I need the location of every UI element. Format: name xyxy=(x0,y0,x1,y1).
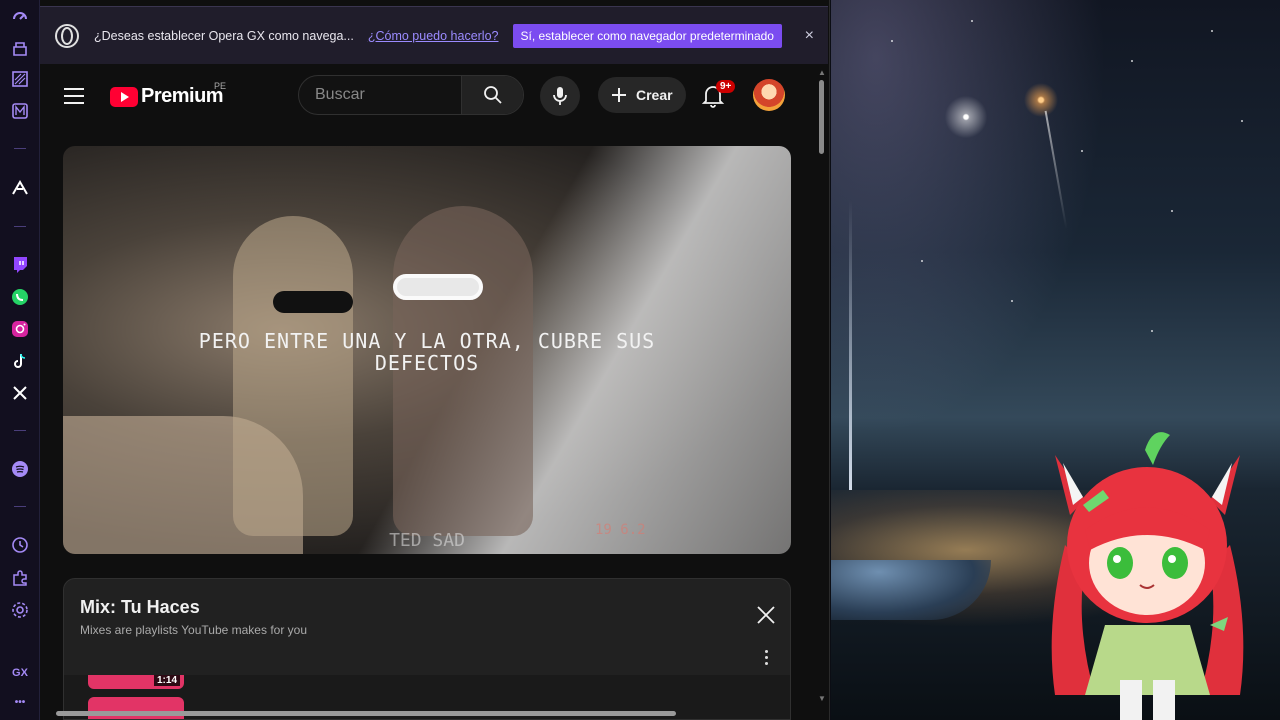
create-button[interactable]: Crear xyxy=(598,77,686,113)
search-box[interactable]: Buscar xyxy=(298,75,524,115)
gx-store-icon[interactable] xyxy=(10,38,30,58)
youtube-header: Premium PE Buscar Crear 9+ xyxy=(40,66,816,126)
star xyxy=(1011,300,1013,302)
account-avatar[interactable] xyxy=(753,79,785,111)
browser-panel: ¿Deseas establecer Opera GX como navega.… xyxy=(40,0,830,720)
star xyxy=(1211,30,1213,32)
video-subtitle: PERO ENTRE UNA Y LA OTRA, CUBRE SUS DEFE… xyxy=(63,330,791,374)
star xyxy=(971,20,973,22)
infobar-message: ¿Deseas establecer Opera GX como navega.… xyxy=(94,28,354,43)
more-options-icon[interactable] xyxy=(756,647,776,667)
gx-sidebar: GX ••• xyxy=(0,0,40,720)
subtitle-line-2: DEFECTOS xyxy=(374,351,480,375)
history-icon[interactable] xyxy=(10,535,30,555)
tiktok-icon[interactable] xyxy=(10,351,30,371)
youtube-premium-logo[interactable]: Premium PE xyxy=(110,81,226,108)
horizontal-scrollbar[interactable] xyxy=(52,708,812,718)
default-browser-infobar: ¿Deseas establecer Opera GX como navega.… xyxy=(40,6,828,64)
notification-count-badge: 9+ xyxy=(716,80,736,93)
star xyxy=(921,260,923,262)
how-to-link[interactable]: ¿Cómo puedo hacerlo? xyxy=(368,29,499,43)
search-icon xyxy=(483,86,502,104)
video-duration: 1:14 xyxy=(154,675,181,686)
vertical-scrollbar[interactable]: ▲ ▼ xyxy=(816,66,828,706)
light-beam xyxy=(849,200,852,490)
sidebar-divider xyxy=(14,506,26,507)
sidebar-divider xyxy=(14,148,26,149)
logo-text: Premium xyxy=(141,85,224,107)
video-frame-detail xyxy=(273,291,353,313)
video-frame-detail xyxy=(393,274,483,300)
voice-search-button[interactable] xyxy=(540,76,580,116)
screen: GX ••• ¿Deseas establecer Opera GX como … xyxy=(0,0,1280,720)
region-code: PE xyxy=(214,81,227,91)
player-icon[interactable] xyxy=(10,101,30,121)
create-label: Crear xyxy=(636,87,673,103)
instagram-icon[interactable] xyxy=(10,319,30,339)
anime-mascot-character xyxy=(1051,432,1244,720)
mix-subtitle: Mixes are playlists YouTube makes for yo… xyxy=(80,623,307,637)
plus-icon xyxy=(612,88,626,102)
video-frame-detail xyxy=(233,216,353,536)
close-icon[interactable] xyxy=(754,603,778,627)
opera-logo-icon xyxy=(55,23,79,48)
microphone-icon xyxy=(553,87,567,105)
star xyxy=(1131,60,1133,62)
infobar-close-icon[interactable]: × xyxy=(805,27,814,45)
star xyxy=(1171,210,1173,212)
video-watermark: TED SAD xyxy=(389,530,465,551)
subtitle-line-1: PERO ENTRE UNA Y LA OTRA, CUBRE SUS xyxy=(198,329,656,353)
vertical-scrollbar-thumb[interactable] xyxy=(819,80,824,154)
mix-title[interactable]: Mix: Tu Haces xyxy=(80,597,200,618)
x-icon[interactable] xyxy=(10,383,30,403)
video-player[interactable]: PERO ENTRE UNA Y LA OTRA, CUBRE SUS DEFE… xyxy=(63,146,791,554)
whatsapp-icon[interactable] xyxy=(10,287,30,307)
twitch-icon[interactable] xyxy=(10,254,30,274)
firework xyxy=(941,92,991,142)
youtube-play-icon xyxy=(110,86,138,107)
scroll-up-icon[interactable]: ▲ xyxy=(818,68,826,77)
more-menu-icon[interactable]: ••• xyxy=(8,697,32,708)
star xyxy=(1151,330,1153,332)
menu-icon[interactable] xyxy=(64,88,84,104)
firework xyxy=(1021,80,1061,120)
search-input[interactable]: Buscar xyxy=(299,76,464,114)
scroll-down-icon[interactable]: ▼ xyxy=(818,694,826,703)
mix-playlist-panel: Mix: Tu Haces Mixes are playlists YouTub… xyxy=(63,578,791,720)
spotify-icon[interactable] xyxy=(10,459,30,479)
gx-corner-icon[interactable] xyxy=(10,69,30,89)
set-default-button[interactable]: Sí, establecer como navegador predetermi… xyxy=(512,23,782,48)
sidebar-divider xyxy=(14,430,26,431)
extensions-icon[interactable] xyxy=(10,568,30,588)
star xyxy=(891,40,893,42)
firework-trail xyxy=(1044,110,1068,230)
settings-icon[interactable] xyxy=(10,600,30,620)
search-button[interactable] xyxy=(461,76,523,114)
sidebar-divider xyxy=(14,226,26,227)
aria-icon[interactable] xyxy=(10,178,30,198)
star xyxy=(1241,120,1243,122)
horizontal-scrollbar-thumb[interactable] xyxy=(56,711,676,716)
star xyxy=(1081,150,1083,152)
gx-label[interactable]: GX xyxy=(8,667,32,679)
speed-dial-icon[interactable] xyxy=(10,6,30,26)
